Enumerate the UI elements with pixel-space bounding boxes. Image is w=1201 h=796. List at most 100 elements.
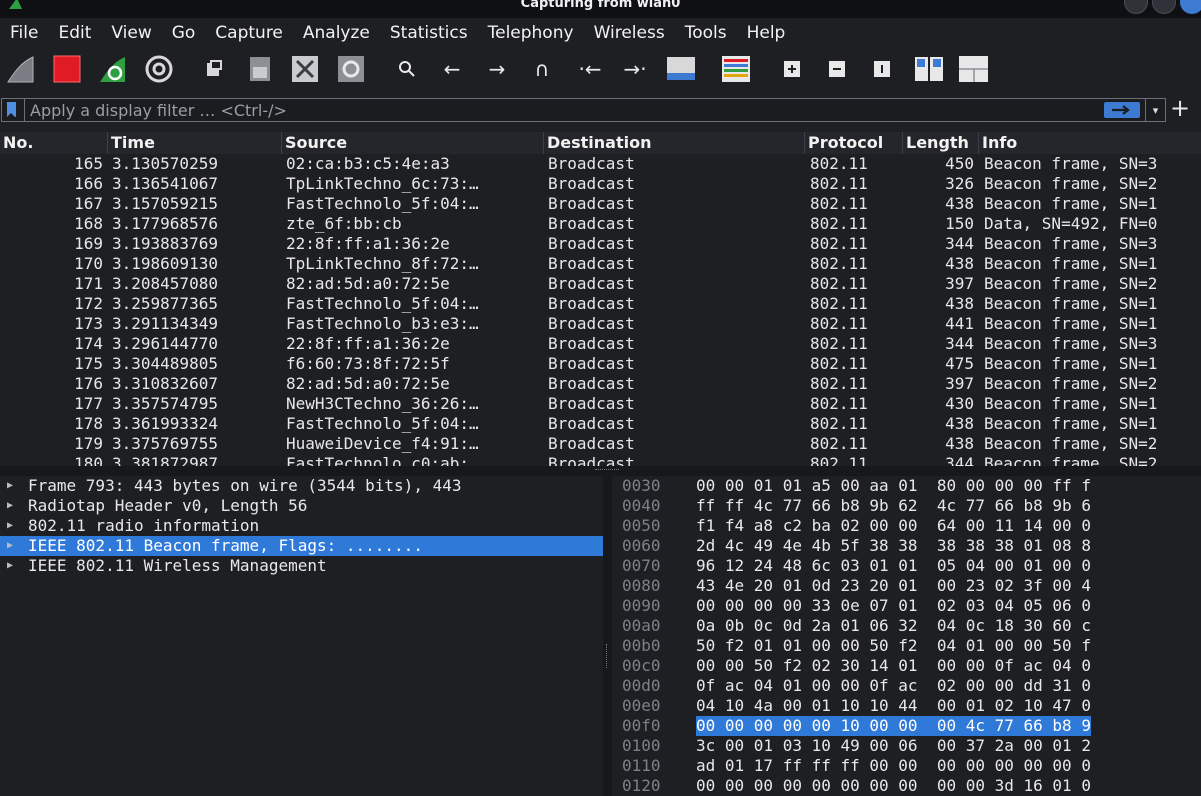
- save-file-icon[interactable]: [245, 54, 275, 84]
- horizontal-splitter[interactable]: [0, 466, 1201, 476]
- detail-tree-item[interactable]: ▶ 802.11 radio information: [0, 516, 603, 536]
- open-file-icon[interactable]: [200, 54, 230, 84]
- capture-options-icon[interactable]: [144, 54, 174, 84]
- menu-statistics[interactable]: Statistics: [380, 23, 478, 43]
- zoom-in-icon[interactable]: [777, 54, 807, 84]
- expand-arrow-icon[interactable]: ▶: [7, 496, 13, 516]
- packet-number: 178: [74, 414, 103, 433]
- table-row[interactable]: 166 3.136541067 TpLinkTechno_6c:73:… Broadc…: [0, 174, 1201, 194]
- menu-tools[interactable]: Tools: [675, 23, 737, 43]
- menu-capture[interactable]: Capture: [205, 23, 293, 43]
- column-header-no[interactable]: No.: [0, 132, 107, 154]
- detail-tree-item[interactable]: ▶ IEEE 802.11 Beacon frame, Flags: ......…: [0, 536, 603, 556]
- table-row[interactable]: 180 3.381872987 FastTechnolo_c0:ab:… Broadc…: [0, 454, 1201, 466]
- table-row[interactable]: 165 3.130570259 02:ca:b3:c5:4e:a3 Broadcast…: [0, 154, 1201, 174]
- table-row[interactable]: 172 3.259877365 FastTechnolo_5f:04:… Broadc…: [0, 294, 1201, 314]
- menu-bar: File Edit View Go Capture Analyze Statistics Te…: [0, 18, 1201, 48]
- menu-edit[interactable]: Edit: [48, 23, 101, 43]
- maximize-button[interactable]: [1152, 0, 1176, 14]
- last-packet-icon[interactable]: →·: [620, 54, 650, 84]
- table-row[interactable]: 176 3.310832607 82:ad:5d:a0:72:5e Broadcast…: [0, 374, 1201, 394]
- menu-wireless[interactable]: Wireless: [584, 23, 675, 43]
- shark-fin-start-icon[interactable]: [6, 54, 36, 84]
- table-row[interactable]: 167 3.157059215 FastTechnolo_5f:04:… Broadc…: [0, 194, 1201, 214]
- hex-row[interactable]: 0100 3c 00 01 03 10 49 00 06 00 37 2a 00 …: [612, 736, 1201, 756]
- zoom-out-icon[interactable]: [822, 54, 852, 84]
- menu-go[interactable]: Go: [162, 23, 206, 43]
- table-row[interactable]: 177 3.357574795 NewH3CTechno_36:26:… Broadc…: [0, 394, 1201, 414]
- hex-row[interactable]: 0080 43 4e 20 01 0d 23 20 01 00 23 02 3f …: [612, 576, 1201, 596]
- layout-icon[interactable]: [958, 54, 988, 84]
- stop-capture-icon[interactable]: [52, 54, 82, 84]
- hex-row[interactable]: 0040 ff ff 4c 77 66 b8 9b 62 4c 77 66 b8 …: [612, 496, 1201, 516]
- table-row[interactable]: 173 3.291134349 FastTechnolo_b3:e3:… Broadc…: [0, 314, 1201, 334]
- menu-help[interactable]: Help: [737, 23, 796, 43]
- table-row[interactable]: 171 3.208457080 82:ad:5d:a0:72:5e Broadcast…: [0, 274, 1201, 294]
- column-header-source[interactable]: Source: [281, 132, 543, 154]
- packet-time: 3.193883769: [112, 234, 218, 253]
- bookmark-icon[interactable]: [7, 102, 16, 117]
- find-packet-icon[interactable]: [392, 54, 422, 84]
- hex-row[interactable]: 00b0 50 f2 01 01 00 00 50 f2 04 01 00 00 …: [612, 636, 1201, 656]
- resize-columns-icon[interactable]: [914, 54, 944, 84]
- menu-view[interactable]: View: [101, 23, 161, 43]
- column-header-length[interactable]: Length: [902, 132, 978, 154]
- table-row[interactable]: 169 3.193883769 22:8f:ff:a1:36:2e Broadcast…: [0, 234, 1201, 254]
- vertical-splitter[interactable]: [603, 476, 612, 796]
- detail-tree-item[interactable]: ▶ Frame 793: 443 bytes on wire (3544 bits…: [0, 476, 603, 496]
- column-header-destination[interactable]: Destination: [543, 132, 804, 154]
- column-header-info[interactable]: Info: [978, 132, 1201, 154]
- detail-tree-item[interactable]: ▶ Radiotap Header v0, Length 56: [0, 496, 603, 516]
- go-back-icon[interactable]: ←: [437, 54, 467, 84]
- apply-filter-button[interactable]: [1104, 102, 1140, 118]
- packet-number: 168: [74, 214, 103, 233]
- hex-row[interactable]: 0050 f1 f4 a8 c2 ba 02 00 00 64 00 11 14 …: [612, 516, 1201, 536]
- hex-bytes: 00 00 01 01 a5 00 aa 01 80 00 00 00 ff f: [696, 476, 1091, 495]
- close-file-icon[interactable]: [290, 54, 320, 84]
- hex-row[interactable]: 0110 ad 01 17 ff ff ff 00 00 00 00 00 00 …: [612, 756, 1201, 776]
- hex-row[interactable]: 00a0 0a 0b 0c 0d 2a 01 06 32 04 0c 18 30 …: [612, 616, 1201, 636]
- hex-row[interactable]: 0090 00 00 00 00 33 0e 07 01 02 03 04 05 …: [612, 596, 1201, 616]
- display-filter-input[interactable]: [30, 99, 1090, 121]
- expand-arrow-icon[interactable]: ▶: [7, 476, 13, 496]
- column-header-protocol[interactable]: Protocol: [804, 132, 902, 154]
- hex-row[interactable]: 00f0 00 00 00 00 00 10 00 00 00 4c 77 66 …: [612, 716, 1201, 736]
- hex-row[interactable]: 0070 96 12 24 48 6c 03 01 01 05 04 00 01 …: [612, 556, 1201, 576]
- column-header-time[interactable]: Time: [107, 132, 281, 154]
- packet-source: FastTechnolo_c0:ab:…: [286, 454, 479, 466]
- auto-scroll-icon[interactable]: [666, 54, 696, 84]
- menu-file[interactable]: File: [0, 23, 48, 43]
- table-row[interactable]: 175 3.304489805 f6:60:73:8f:72:5f Broadcast…: [0, 354, 1201, 374]
- table-row[interactable]: 170 3.198609130 TpLinkTechno_8f:72:… Broadc…: [0, 254, 1201, 274]
- packet-number: 176: [74, 374, 103, 393]
- minimize-button[interactable]: [1124, 0, 1148, 14]
- hex-row[interactable]: 00d0 0f ac 04 01 00 00 0f ac 02 00 00 dd …: [612, 676, 1201, 696]
- menu-telephony[interactable]: Telephony: [478, 23, 584, 43]
- hex-row[interactable]: 0030 00 00 01 01 a5 00 aa 01 80 00 00 00 …: [612, 476, 1201, 496]
- close-window-button[interactable]: [1180, 0, 1201, 14]
- normal-size-icon[interactable]: [867, 54, 897, 84]
- filter-history-dropdown[interactable]: ▾: [1145, 99, 1165, 121]
- hex-row[interactable]: 00c0 00 00 50 f2 02 30 14 01 00 00 0f ac …: [612, 656, 1201, 676]
- go-to-packet-icon[interactable]: ∩: [527, 54, 557, 84]
- menu-analyze[interactable]: Analyze: [293, 23, 380, 43]
- table-row[interactable]: 179 3.375769755 HuaweiDevice_f4:91:… Broadc…: [0, 434, 1201, 454]
- expand-arrow-icon[interactable]: ▶: [7, 556, 13, 576]
- hex-row[interactable]: 00e0 04 10 4a 00 01 10 10 44 00 01 02 10 …: [612, 696, 1201, 716]
- first-packet-icon[interactable]: ·←: [575, 54, 605, 84]
- hex-row[interactable]: 0060 2d 4c 49 4e 4b 5f 38 38 38 38 38 01 …: [612, 536, 1201, 556]
- packet-protocol: 802.11: [810, 334, 868, 353]
- table-row[interactable]: 178 3.361993324 FastTechnolo_5f:04:… Broadc…: [0, 414, 1201, 434]
- reload-file-icon[interactable]: [336, 54, 366, 84]
- expand-arrow-icon[interactable]: ▶: [7, 516, 13, 536]
- restart-capture-icon[interactable]: [98, 54, 128, 84]
- table-row[interactable]: 168 3.177968576 zte_6f:bb:cb Broadcast 802.1…: [0, 214, 1201, 234]
- hex-row[interactable]: 0120 00 00 00 00 00 00 00 00 00 00 3d 16 …: [612, 776, 1201, 796]
- packet-time: 3.208457080: [112, 274, 218, 293]
- table-row[interactable]: 174 3.296144770 22:8f:ff:a1:36:2e Broadcast…: [0, 334, 1201, 354]
- expand-arrow-icon[interactable]: ▶: [7, 536, 13, 556]
- detail-tree-item[interactable]: ▶ IEEE 802.11 Wireless Management: [0, 556, 603, 576]
- add-filter-button[interactable]: +: [1170, 95, 1190, 121]
- colorize-icon[interactable]: [721, 54, 751, 84]
- go-forward-icon[interactable]: →: [482, 54, 512, 84]
